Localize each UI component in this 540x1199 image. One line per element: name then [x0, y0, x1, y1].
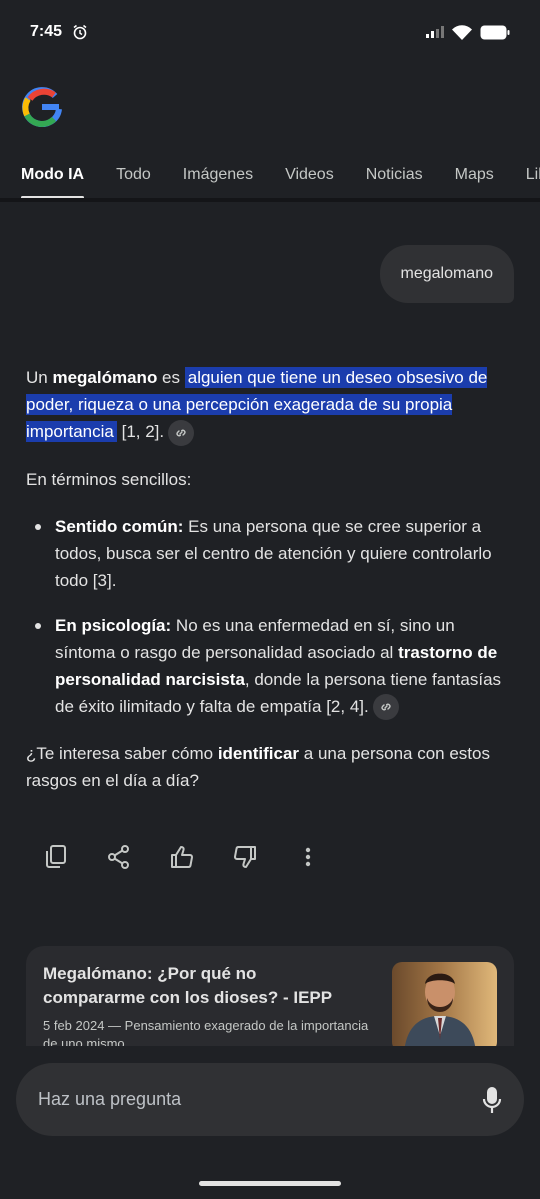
answer-text: ¿Te interesa saber cómo — [26, 744, 218, 764]
link-icon — [176, 429, 186, 436]
more-options-button[interactable] — [296, 845, 320, 869]
wifi-icon — [452, 24, 472, 40]
source-title[interactable]: Megalómano: ¿Por qué no compararme con l… — [43, 962, 363, 1010]
answer-text: Un — [26, 368, 53, 387]
signal-icon — [426, 26, 444, 38]
tab-videos[interactable]: Videos — [285, 150, 334, 198]
tab-todo[interactable]: Todo — [116, 150, 151, 198]
source-link-chip[interactable] — [372, 694, 399, 721]
share-icon — [108, 845, 129, 869]
tab-modo-ia[interactable]: Modo IA — [21, 150, 85, 198]
status-bar: 7:45 — [0, 0, 540, 64]
answer-actions — [44, 845, 320, 869]
mic-icon[interactable] — [482, 1086, 502, 1114]
list-item: En psicología: No es una enfermedad en s… — [26, 612, 516, 721]
status-time: 7:45 — [30, 23, 63, 40]
copy-button[interactable] — [44, 845, 68, 869]
share-button[interactable] — [107, 845, 131, 869]
user-query-bubble: megalomano — [379, 245, 514, 303]
answer-text: es — [157, 368, 185, 387]
more-vert-icon — [305, 847, 311, 867]
tab-maps[interactable]: Maps — [455, 150, 494, 198]
google-logo-icon[interactable] — [22, 87, 62, 127]
ai-answer: Un megalómano es alguien que tiene un de… — [26, 364, 516, 814]
answer-bullets: Sentido común: Es una persona que se cre… — [26, 513, 516, 721]
thumbs-up-icon — [171, 846, 193, 868]
tab-noticias[interactable]: Noticias — [366, 150, 423, 198]
source-link-chip[interactable] — [168, 419, 195, 446]
answer-intro: En términos sencillos: — [26, 469, 192, 489]
home-indicator[interactable] — [199, 1181, 341, 1186]
search-tabs: Modo IA Todo Imágenes Videos Noticias Ma… — [0, 150, 540, 202]
thumbs-down-button[interactable] — [233, 845, 257, 869]
answer-bold-term: megalómano — [52, 368, 158, 387]
person-thumbnail-icon — [405, 973, 475, 1046]
bullet-label: Sentido común: — [55, 516, 184, 536]
thumbs-down-icon — [234, 846, 256, 868]
list-item: Sentido común: Es una persona que se cre… — [26, 513, 516, 594]
source-snippet: 5 feb 2024 — Pensamiento exagerado de la… — [43, 1018, 369, 1046]
tab-imagenes[interactable]: Imágenes — [183, 150, 253, 198]
source-card[interactable]: Megalómano: ¿Por qué no compararme con l… — [26, 946, 514, 1046]
alarm-icon — [73, 24, 87, 40]
source-thumbnail[interactable] — [392, 962, 497, 1046]
tab-libros[interactable]: Libr — [526, 150, 540, 198]
copy-icon — [46, 845, 66, 868]
citation-text: [1, 2]. — [116, 422, 165, 441]
answer-paragraph: Un megalómano es alguien que tiene un de… — [26, 364, 516, 446]
bullet-label: En psicología: — [55, 615, 172, 635]
thumbs-up-button[interactable] — [170, 845, 194, 869]
battery-icon — [480, 25, 510, 39]
link-icon — [381, 703, 391, 711]
follow-up-question: ¿Te interesa saber cómo identificar a un… — [26, 740, 516, 794]
answer-bold-term: identificar — [217, 744, 300, 764]
status-icons — [426, 24, 510, 40]
ask-placeholder: Haz una pregunta — [38, 1089, 182, 1109]
ask-input[interactable]: Haz una pregunta — [16, 1063, 524, 1136]
